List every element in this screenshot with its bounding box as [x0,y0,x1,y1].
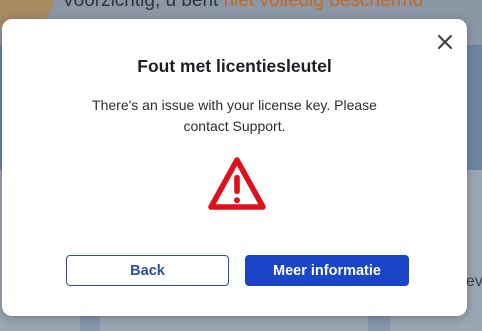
close-icon [438,35,452,49]
close-button[interactable] [434,31,456,53]
background-status-text: Voorzichtig, u bent niet volledig besche… [62,0,423,12]
background-panel-edge [80,316,100,331]
background-left-text: i [0,273,1,291]
more-information-button[interactable]: Meer informatie [245,255,409,286]
dialog-title: Fout met licentiesleutel [137,56,332,76]
dialog-message: There's an issue with your license key. … [92,97,377,134]
back-button[interactable]: Back [66,255,229,286]
background-status-accent: niet volledig beschermd [223,0,424,11]
license-error-dialog: Fout met licentiesleutel There's an issu… [2,19,467,316]
background-right-text: ev [466,273,482,290]
warning-triangle-icon [208,157,266,210]
background-status-plain: Voorzichtig, u bent [62,0,224,11]
background-panel-edge [368,316,390,331]
